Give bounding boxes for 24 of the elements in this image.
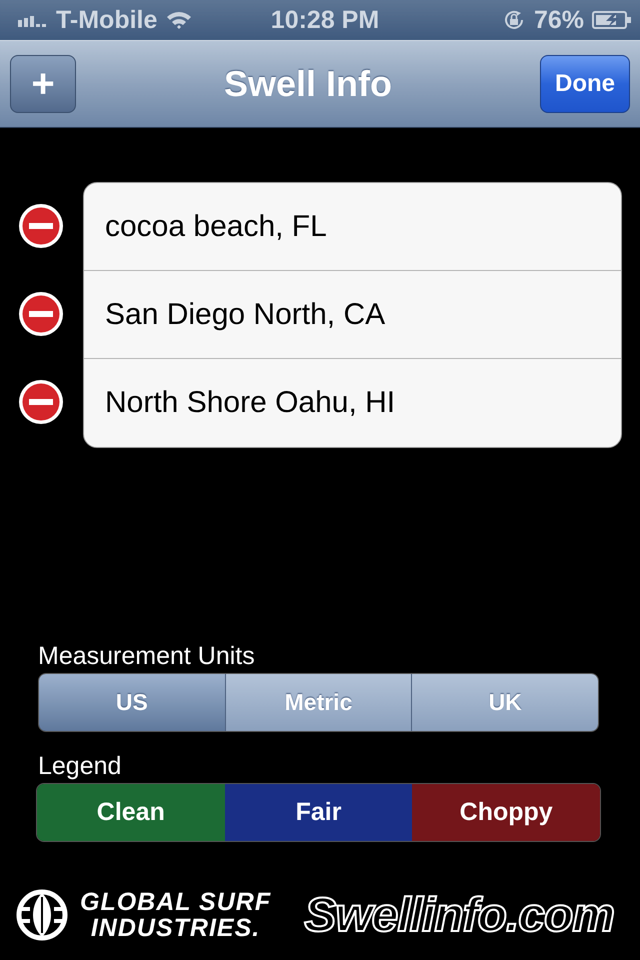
delete-icon[interactable] <box>17 290 65 338</box>
clock-time: 10:28 PM <box>270 6 380 34</box>
delete-icon[interactable] <box>17 378 65 426</box>
section-label: Legend <box>38 752 122 781</box>
done-button[interactable]: Done <box>540 55 630 113</box>
battery-percent: 76% <box>534 6 584 34</box>
signal-icon <box>18 13 48 27</box>
battery-charging-icon <box>592 10 632 30</box>
add-button[interactable]: + <box>10 55 76 113</box>
delete-icon[interactable] <box>17 202 65 250</box>
location-item[interactable]: San Diego North, CA <box>84 271 621 359</box>
unit-segment[interactable]: US <box>39 674 226 731</box>
section-label: Measurement Units <box>38 642 256 671</box>
legend-swatch: Fair <box>224 784 412 841</box>
company-logo-text: GLOBAL SURF INDUSTRIES. <box>80 889 272 941</box>
location-item[interactable]: cocoa beach, FL <box>84 183 621 271</box>
location-item[interactable]: North Shore Oahu, HI <box>84 359 621 447</box>
carrier-name: T-Mobile <box>56 6 158 34</box>
screen-title: Swell Info <box>224 63 392 105</box>
website-logo: Swellinfo.com <box>304 888 614 942</box>
legend-swatch: Clean <box>37 784 225 841</box>
globe-logo-icon <box>16 889 68 941</box>
wifi-icon <box>165 10 194 30</box>
legend-swatch: Choppy <box>412 784 600 841</box>
